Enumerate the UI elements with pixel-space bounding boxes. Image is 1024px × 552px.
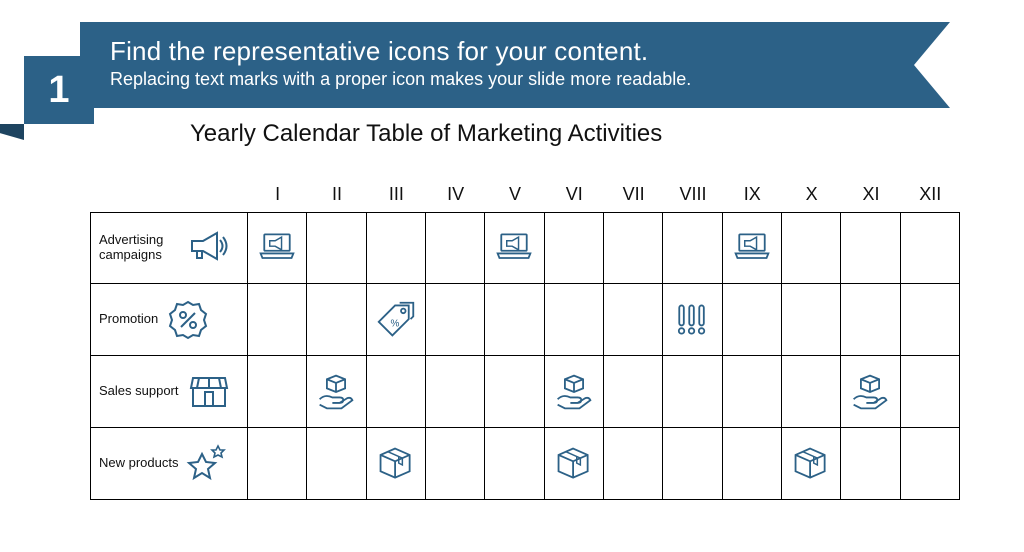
calendar-cell bbox=[723, 428, 782, 500]
month-header: III bbox=[367, 184, 426, 212]
hand-box-icon bbox=[316, 372, 356, 412]
row-label: Promotion bbox=[99, 312, 158, 327]
table-row: New products bbox=[90, 428, 960, 500]
calendar-cell bbox=[841, 356, 900, 428]
calendar-cell bbox=[604, 356, 663, 428]
calendar-cell bbox=[485, 356, 544, 428]
calendar-cell bbox=[723, 356, 782, 428]
exclaims-icon bbox=[672, 300, 712, 340]
calendar-cell bbox=[485, 428, 544, 500]
row-label-cell: Advertising campaigns bbox=[90, 212, 248, 284]
calendar-cell bbox=[248, 212, 307, 284]
calendar-cell bbox=[723, 284, 782, 356]
calendar-cell bbox=[426, 212, 485, 284]
month-header: XII bbox=[901, 184, 960, 212]
price-tags-icon bbox=[376, 300, 416, 340]
calendar-cell bbox=[901, 284, 960, 356]
calendar-cell bbox=[367, 212, 426, 284]
calendar-header-row: IIIIIIIVVVIVIIVIIIIXXXIXII bbox=[90, 184, 960, 212]
hand-box-icon bbox=[850, 372, 890, 412]
calendar-cell bbox=[604, 284, 663, 356]
calendar-cell bbox=[426, 284, 485, 356]
table-row: Promotion bbox=[90, 284, 960, 356]
step-number: 1 bbox=[48, 69, 69, 112]
calendar-cell bbox=[307, 212, 366, 284]
month-header: II bbox=[307, 184, 366, 212]
calendar-cell bbox=[604, 428, 663, 500]
calendar-cell bbox=[248, 356, 307, 428]
percent-badge-icon bbox=[166, 298, 210, 342]
calendar-cell bbox=[782, 356, 841, 428]
header-spacer bbox=[90, 184, 248, 212]
calendar-cell bbox=[545, 284, 604, 356]
calendar-cell bbox=[901, 356, 960, 428]
laptop-ad-icon bbox=[732, 228, 772, 268]
calendar-cell bbox=[841, 428, 900, 500]
banner-headline: Find the representative icons for your c… bbox=[110, 36, 920, 67]
month-header: VII bbox=[604, 184, 663, 212]
calendar-cell bbox=[782, 428, 841, 500]
calendar-cell bbox=[604, 212, 663, 284]
box-icon bbox=[554, 444, 594, 484]
calendar-cell bbox=[663, 212, 722, 284]
storefront-icon bbox=[187, 370, 231, 414]
hand-box-icon bbox=[554, 372, 594, 412]
calendar-cell bbox=[663, 284, 722, 356]
month-header: I bbox=[248, 184, 307, 212]
calendar-cell bbox=[782, 284, 841, 356]
calendar-cell bbox=[901, 212, 960, 284]
table-row: Advertising campaigns bbox=[90, 212, 960, 284]
month-header: IV bbox=[426, 184, 485, 212]
row-label-cell: Promotion bbox=[90, 284, 248, 356]
calendar-cell bbox=[545, 356, 604, 428]
calendar-cell bbox=[248, 428, 307, 500]
calendar-cell bbox=[367, 284, 426, 356]
calendar-cell bbox=[426, 428, 485, 500]
month-header: X bbox=[782, 184, 841, 212]
calendar-table: IIIIIIIVVVIVIIVIIIIXXXIXII Advertising c… bbox=[90, 184, 960, 500]
month-header: VIII bbox=[663, 184, 722, 212]
month-header: XI bbox=[841, 184, 900, 212]
calendar-cell bbox=[841, 284, 900, 356]
calendar-cell bbox=[545, 428, 604, 500]
calendar-cell bbox=[545, 212, 604, 284]
banner-ribbon: Find the representative icons for your c… bbox=[80, 22, 950, 108]
calendar-body: Advertising campaigns Promotion Sales supp… bbox=[90, 212, 960, 500]
calendar-cell bbox=[782, 212, 841, 284]
month-header: VI bbox=[545, 184, 604, 212]
calendar-cell bbox=[367, 428, 426, 500]
section-title: Yearly Calendar Table of Marketing Activ… bbox=[190, 120, 662, 148]
calendar-cell bbox=[663, 356, 722, 428]
row-label: Advertising campaigns bbox=[99, 233, 179, 263]
row-label: New products bbox=[99, 456, 178, 471]
calendar-cell bbox=[307, 428, 366, 500]
month-header: IX bbox=[723, 184, 782, 212]
box-icon bbox=[376, 444, 416, 484]
month-header: V bbox=[485, 184, 544, 212]
calendar-cell bbox=[426, 356, 485, 428]
calendar-cell bbox=[485, 284, 544, 356]
banner-subtext: Replacing text marks with a proper icon … bbox=[110, 69, 920, 90]
calendar-cell bbox=[841, 212, 900, 284]
calendar-cell bbox=[367, 356, 426, 428]
row-label: Sales support bbox=[99, 384, 179, 399]
laptop-ad-icon bbox=[257, 228, 297, 268]
calendar-cell bbox=[723, 212, 782, 284]
megaphone-icon bbox=[187, 226, 231, 270]
calendar-cell bbox=[307, 356, 366, 428]
table-row: Sales support bbox=[90, 356, 960, 428]
box-icon bbox=[791, 444, 831, 484]
calendar-cell bbox=[663, 428, 722, 500]
row-label-cell: Sales support bbox=[90, 356, 248, 428]
calendar-cell bbox=[248, 284, 307, 356]
calendar-cell bbox=[901, 428, 960, 500]
calendar-cell bbox=[485, 212, 544, 284]
row-label-cell: New products bbox=[90, 428, 248, 500]
calendar-cell bbox=[307, 284, 366, 356]
stars-icon bbox=[186, 442, 230, 486]
laptop-ad-icon bbox=[494, 228, 534, 268]
